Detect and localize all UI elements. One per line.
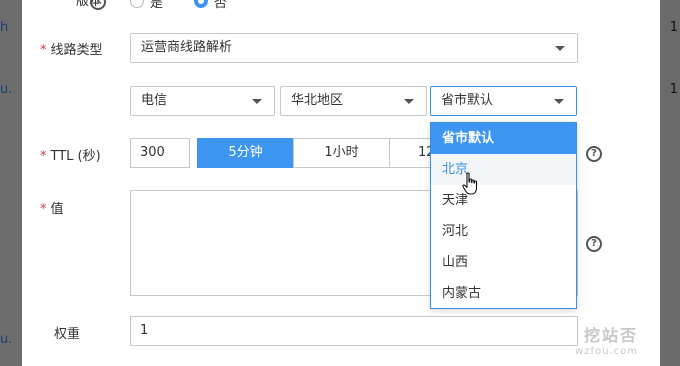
dropdown-item-shanxi[interactable]: 山西	[431, 247, 576, 278]
background-text-fragment: u.	[0, 82, 13, 97]
weight-label: 权重	[54, 327, 81, 342]
region-value: 华北地区	[291, 93, 344, 108]
isp-select[interactable]: 电信	[130, 86, 275, 116]
background-page-left: h u. u.	[0, 0, 22, 366]
province-value: 省市默认	[441, 93, 494, 108]
ttl-label-text: TTL (秒)	[50, 149, 101, 164]
weight-input[interactable]: 1	[130, 316, 578, 346]
radio-yes[interactable]	[130, 0, 144, 8]
line-type-label: * 线路类型	[40, 39, 103, 58]
isp-value: 电信	[141, 93, 168, 108]
chevron-down-icon	[404, 99, 414, 104]
dropdown-item-beijing[interactable]: 北京	[431, 154, 576, 185]
ttl-option-5min[interactable]: 5分钟	[197, 138, 294, 168]
required-mark: *	[40, 202, 47, 217]
watermark-main: 挖站否	[583, 326, 638, 345]
province-dropdown-list: 省市默认 北京 天津 河北 山西 内蒙古	[430, 122, 577, 309]
line-type-value: 运营商线路解析	[141, 40, 233, 55]
dropdown-item-hebei[interactable]: 河北	[431, 216, 576, 247]
dropdown-item-tianjin[interactable]: 天津	[431, 185, 576, 216]
value-help-icon[interactable]: ?	[586, 236, 602, 252]
line-type-select[interactable]: 运营商线路解析	[130, 33, 578, 63]
value-label-text: 值	[50, 202, 64, 217]
help-icon[interactable]: ?	[90, 0, 106, 10]
chevron-down-icon	[555, 46, 565, 51]
background-text-fragment: h	[0, 20, 9, 35]
required-mark: *	[40, 149, 47, 164]
dropdown-item-default[interactable]: 省市默认	[431, 123, 576, 154]
watermark-logo: 挖站否 wzfou.com	[575, 322, 638, 357]
value-label: * 值	[40, 198, 64, 217]
ttl-option-1hour[interactable]: 1小时	[293, 138, 390, 168]
background-text-fragment: 1	[669, 82, 678, 97]
ttl-label: * TTL (秒)	[40, 145, 101, 164]
background-text-fragment: u.	[0, 332, 13, 347]
ttl-input[interactable]: 300	[130, 138, 190, 168]
background-text-fragment: 1	[669, 20, 678, 35]
line-type-label-text: 线路类型	[50, 43, 103, 58]
chevron-down-icon	[252, 99, 262, 104]
watermark-sub: wzfou.com	[575, 346, 638, 357]
background-page-right: 1 1	[660, 0, 680, 366]
radio-no-label: 否	[214, 0, 228, 11]
required-mark: *	[40, 43, 47, 58]
hand-cursor-icon	[462, 172, 478, 195]
ttl-help-icon[interactable]: ?	[586, 146, 602, 162]
chevron-down-icon	[554, 99, 564, 104]
province-select[interactable]: 省市默认	[430, 86, 577, 116]
region-select[interactable]: 华北地区	[280, 86, 427, 116]
dropdown-item-neimenggu[interactable]: 内蒙古	[431, 278, 576, 309]
radio-no[interactable]	[194, 0, 208, 8]
radio-yes-label: 是	[150, 0, 164, 11]
